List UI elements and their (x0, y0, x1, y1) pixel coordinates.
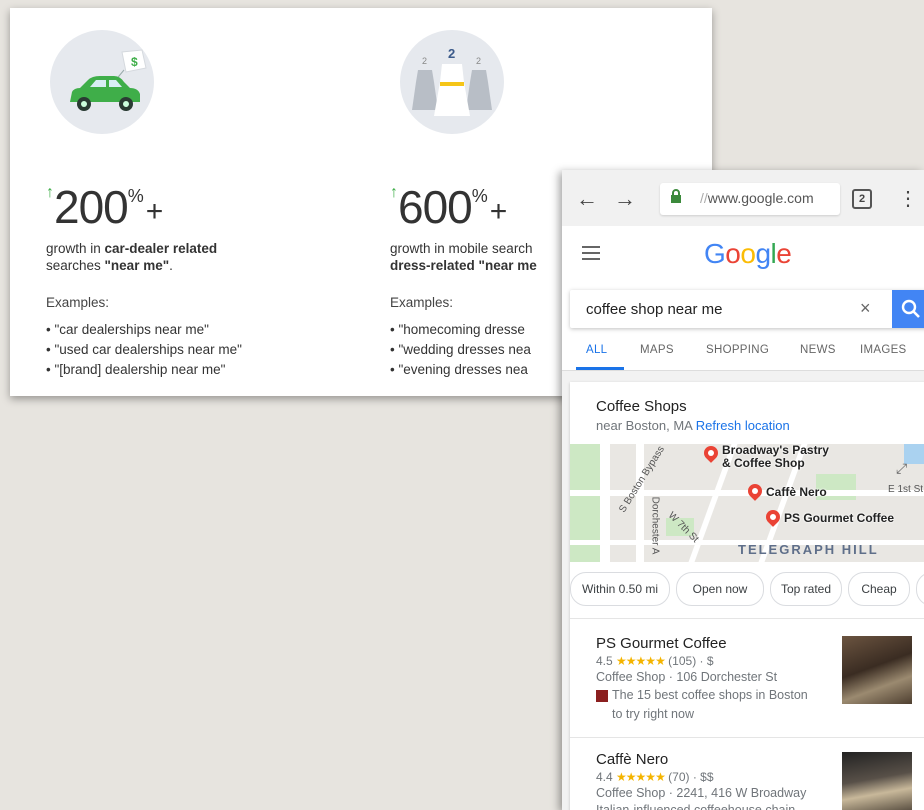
lock-icon (670, 189, 682, 206)
chip-cheap[interactable]: Cheap (848, 572, 910, 606)
example-item: "[brand] dealership near me" (46, 360, 242, 380)
map-pin-icon[interactable] (701, 444, 721, 463)
examples-heading: Examples: (390, 295, 454, 310)
example-item: "evening dresses nea (390, 360, 531, 380)
tab-all[interactable]: ALL (586, 344, 607, 356)
search-button[interactable] (892, 290, 924, 328)
tab-shopping[interactable]: SHOPPING (706, 344, 769, 356)
up-arrow-icon: ↑ (390, 184, 398, 201)
search-input[interactable]: coffee shop near me × (570, 290, 924, 328)
article-thumbnail-icon (596, 690, 608, 702)
stat-percent: % (471, 186, 488, 206)
result-photo[interactable] (842, 636, 912, 704)
active-tab-indicator (576, 367, 624, 370)
street-label: Dorchester A (649, 496, 661, 555)
expand-map-icon[interactable]: ⤢ (896, 460, 907, 477)
result-item[interactable]: PS Gourmet Coffee 4.5 ★★★★★ (105) · $ Co… (596, 634, 916, 724)
up-arrow-icon: ↑ (46, 184, 54, 201)
example-item: "homecoming dresse (390, 320, 531, 340)
url-text: //www.google.com (700, 190, 814, 206)
dress-icon: 2 2 2 (412, 46, 492, 116)
examples-heading: Examples: (46, 295, 110, 310)
map-pin-icon[interactable] (745, 481, 765, 501)
tab-maps[interactable]: MAPS (640, 344, 674, 356)
result-snippet: The 15 best coffee shops in Boston to tr… (596, 686, 812, 724)
map-place-label: Broadway's Pastry & Coffee Shop (722, 444, 829, 470)
examples-list: "homecoming dresse "wedding dresses nea … (390, 320, 531, 380)
results-map[interactable]: S Boston Bypass Dorchester A W 7th St E … (570, 444, 924, 562)
growth-stat-600: ↑600%+ (390, 180, 507, 234)
search-tabs: ALL MAPS SHOPPING NEWS IMAGES (562, 336, 924, 371)
refresh-location-link[interactable]: Refresh location (696, 418, 790, 433)
stat-plus: + (489, 195, 508, 228)
map-district-label: TELEGRAPH HILL (738, 542, 879, 557)
stat-number: 200 (54, 181, 129, 233)
google-logo[interactable]: Google (704, 238, 792, 270)
star-rating-icon: ★★★★★ (616, 654, 666, 668)
more-menu-icon[interactable]: ⋮ (898, 186, 918, 211)
car-illustration: $ (50, 30, 154, 134)
stat-number: 600 (398, 181, 473, 233)
hamburger-menu-icon[interactable] (582, 246, 600, 264)
street-label: E 1st St (888, 484, 924, 495)
chip-top-rated[interactable]: Top rated (770, 572, 842, 606)
search-query: coffee shop near me (586, 301, 723, 318)
browser-toolbar: ← → //www.google.com 2 ⋮ (562, 170, 924, 226)
forward-arrow-icon[interactable]: → (614, 186, 636, 212)
svg-text:2: 2 (422, 56, 427, 66)
local-results-location: near Boston, MA Refresh location (596, 418, 790, 433)
tab-switcher-button[interactable]: 2 (852, 189, 872, 209)
car-icon: $ (70, 49, 147, 111)
divider (570, 737, 924, 738)
example-item: "wedding dresses nea (390, 340, 530, 360)
tab-news[interactable]: NEWS (800, 344, 836, 356)
example-item: "car dealerships near me" (46, 320, 242, 340)
local-results-title: Coffee Shops (596, 398, 687, 415)
filter-chips: Within 0.50 mi Open now Top rated Cheap (570, 572, 924, 608)
tab-images[interactable]: IMAGES (860, 344, 907, 356)
example-item: "used car dealerships near me" (46, 340, 241, 360)
stat-description: growth in car-dealer related searches "n… (46, 241, 218, 273)
map-place-label: PS Gourmet Coffee (784, 511, 895, 525)
dress-illustration: 2 2 2 (400, 30, 504, 134)
examples-list: "car dealerships near me" "used car deal… (46, 320, 242, 380)
url-bar[interactable]: //www.google.com (660, 183, 840, 215)
growth-stat-200: ↑200%+ (46, 180, 163, 234)
dress-tag-number: 2 (448, 46, 455, 61)
stat-percent: % (127, 186, 144, 206)
local-results-card: Coffee Shops near Boston, MA Refresh loc… (570, 382, 924, 810)
clear-search-icon[interactable]: × (860, 298, 871, 319)
price-tag-text: $ (131, 55, 138, 69)
chip-more[interactable] (916, 572, 924, 606)
map-place-label: Caffè Nero (766, 485, 827, 499)
search-icon (901, 299, 920, 318)
chip-open-now[interactable]: Open now (676, 572, 764, 606)
svg-text:2: 2 (476, 56, 481, 66)
result-item[interactable]: Caffè Nero 4.4 ★★★★★ (70) · $$ Coffee Sh… (596, 750, 916, 810)
chip-within-distance[interactable]: Within 0.50 mi (570, 572, 670, 606)
divider (570, 618, 924, 619)
result-photo[interactable] (842, 752, 912, 810)
stat-plus: + (145, 195, 164, 228)
star-rating-icon: ★★★★★ (616, 770, 666, 784)
google-header: Google (562, 226, 924, 284)
back-arrow-icon[interactable]: ← (576, 186, 598, 212)
phone-screen: ← → //www.google.com 2 ⋮ Google coffee s… (562, 170, 924, 810)
